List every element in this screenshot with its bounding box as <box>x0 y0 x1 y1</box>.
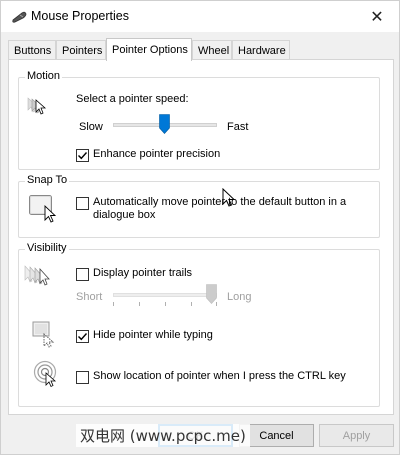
speed-fast-label: Fast <box>227 121 249 133</box>
tab-label: Wheel <box>198 44 230 57</box>
trail-slider-track <box>113 293 217 297</box>
title-bar: Mouse Properties ✕ <box>0 0 400 32</box>
pointer-trails-label: Display pointer trails <box>93 267 193 279</box>
enhance-precision-label: Enhance pointer precision <box>93 148 221 160</box>
tab-wheel[interactable]: Wheel <box>192 40 232 60</box>
snap-to-label-line2: dialogue box <box>93 209 156 221</box>
trail-long-label: Long <box>227 291 252 303</box>
snap-to-label-line1: Automatically move pointer to the defaul… <box>93 196 347 208</box>
close-icon: ✕ <box>370 8 384 26</box>
checkmark-icon <box>78 333 88 341</box>
watermark: 双电网 (www.pcpc.me) <box>76 424 250 447</box>
pointer-speed-icon <box>27 97 47 115</box>
motion-group: Motion Select a pointer speed: Slow Fast… <box>18 70 380 170</box>
cancel-button-label: Cancel <box>259 429 294 442</box>
tab-label: Hardware <box>238 44 286 57</box>
dialog-content: Buttons Pointers Pointer Options Wheel H… <box>0 32 400 455</box>
show-location-ctrl-checkbox[interactable] <box>76 371 89 384</box>
hide-pointer-icon <box>32 321 55 348</box>
snap-to-checkbox[interactable] <box>76 197 89 210</box>
motion-group-title: Motion <box>25 70 63 82</box>
pointer-trails-icon <box>24 265 50 286</box>
snap-to-group: Snap To Automatically move pointer to th… <box>18 174 380 238</box>
speed-slow-label: Slow <box>79 121 103 133</box>
pointer-options-panel: Motion Select a pointer speed: Slow Fast… <box>8 59 394 415</box>
pointer-trails-checkbox[interactable] <box>76 268 89 281</box>
pointer-location-icon <box>33 360 57 388</box>
mouse-icon <box>12 11 27 23</box>
tab-pointers[interactable]: Pointers <box>56 40 106 60</box>
slider-tick <box>139 302 140 306</box>
enhance-precision-checkbox[interactable] <box>76 149 89 162</box>
trail-slider-thumb[interactable] <box>206 284 217 304</box>
slider-tick <box>191 302 192 306</box>
tab-label: Buttons <box>14 44 52 57</box>
checkmark-icon <box>78 152 88 160</box>
slider-tick <box>165 302 166 306</box>
apply-button[interactable]: Apply <box>319 424 394 447</box>
pointer-speed-prompt: Select a pointer speed: <box>76 93 189 105</box>
tab-label: Pointer Options <box>112 44 188 56</box>
visibility-group: Visibility Display pointer trails Short <box>18 242 380 407</box>
visibility-group-title: Visibility <box>25 242 69 254</box>
trail-short-label: Short <box>76 291 103 303</box>
tab-label: Pointers <box>62 44 103 57</box>
cancel-button[interactable]: Cancel <box>239 424 314 447</box>
snap-to-group-title: Snap To <box>25 174 70 186</box>
show-location-ctrl-label: Show location of pointer when I press th… <box>93 370 346 382</box>
tab-pointer-options[interactable]: Pointer Options <box>106 38 192 61</box>
tab-buttons[interactable]: Buttons <box>8 40 56 60</box>
speed-slider-thumb[interactable] <box>159 114 170 134</box>
apply-button-label: Apply <box>342 429 371 442</box>
tab-hardware[interactable]: Hardware <box>232 40 290 60</box>
slider-tick <box>113 302 114 306</box>
hide-while-typing-label: Hide pointer while typing <box>93 329 213 341</box>
close-button[interactable]: ✕ <box>355 1 399 32</box>
window-title: Mouse Properties <box>31 9 129 23</box>
snap-to-button-icon <box>29 195 57 223</box>
hide-while-typing-checkbox[interactable] <box>76 330 89 343</box>
